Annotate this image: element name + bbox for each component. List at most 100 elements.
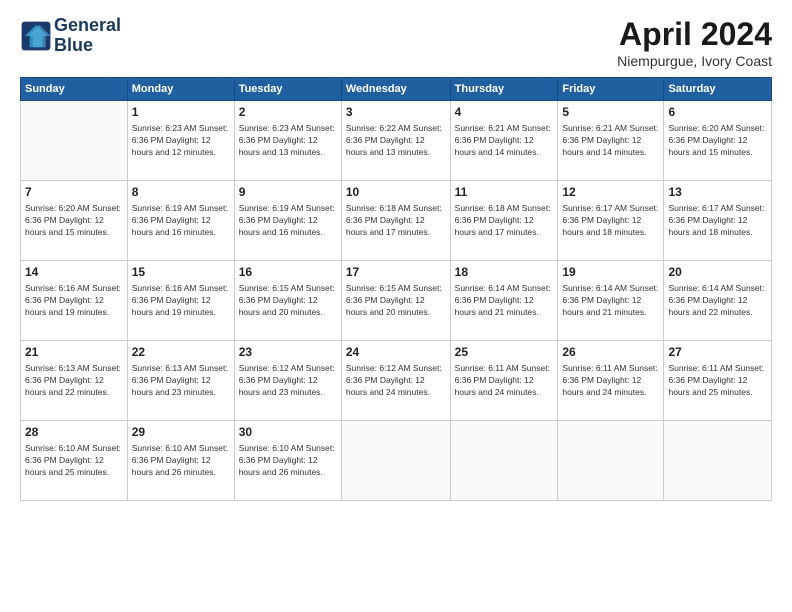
calendar-cell: 28Sunrise: 6:10 AM Sunset: 6:36 PM Dayli…: [21, 421, 128, 501]
day-info: Sunrise: 6:12 AM Sunset: 6:36 PM Dayligh…: [239, 362, 337, 399]
day-info: Sunrise: 6:20 AM Sunset: 6:36 PM Dayligh…: [668, 122, 767, 159]
calendar-cell: 1Sunrise: 6:23 AM Sunset: 6:36 PM Daylig…: [127, 101, 234, 181]
calendar-cell: 26Sunrise: 6:11 AM Sunset: 6:36 PM Dayli…: [558, 341, 664, 421]
calendar-cell: [664, 421, 772, 501]
day-number: 15: [132, 264, 230, 281]
calendar-cell: 19Sunrise: 6:14 AM Sunset: 6:36 PM Dayli…: [558, 261, 664, 341]
day-info: Sunrise: 6:21 AM Sunset: 6:36 PM Dayligh…: [562, 122, 659, 159]
day-number: 24: [346, 344, 446, 361]
week-row-0: 1Sunrise: 6:23 AM Sunset: 6:36 PM Daylig…: [21, 101, 772, 181]
location: Niempurgue, Ivory Coast: [617, 53, 772, 69]
day-info: Sunrise: 6:22 AM Sunset: 6:36 PM Dayligh…: [346, 122, 446, 159]
day-number: 21: [25, 344, 123, 361]
day-number: 10: [346, 184, 446, 201]
calendar-cell: 29Sunrise: 6:10 AM Sunset: 6:36 PM Dayli…: [127, 421, 234, 501]
day-info: Sunrise: 6:17 AM Sunset: 6:36 PM Dayligh…: [668, 202, 767, 239]
day-number: 12: [562, 184, 659, 201]
calendar-cell: 27Sunrise: 6:11 AM Sunset: 6:36 PM Dayli…: [664, 341, 772, 421]
day-number: 9: [239, 184, 337, 201]
week-row-2: 14Sunrise: 6:16 AM Sunset: 6:36 PM Dayli…: [21, 261, 772, 341]
day-number: 6: [668, 104, 767, 121]
header-row: Sunday Monday Tuesday Wednesday Thursday…: [21, 78, 772, 101]
day-number: 18: [455, 264, 554, 281]
col-friday: Friday: [558, 78, 664, 101]
calendar-cell: 25Sunrise: 6:11 AM Sunset: 6:36 PM Dayli…: [450, 341, 558, 421]
day-number: 25: [455, 344, 554, 361]
calendar-cell: 15Sunrise: 6:16 AM Sunset: 6:36 PM Dayli…: [127, 261, 234, 341]
calendar-cell: 11Sunrise: 6:18 AM Sunset: 6:36 PM Dayli…: [450, 181, 558, 261]
calendar-table: Sunday Monday Tuesday Wednesday Thursday…: [20, 77, 772, 501]
calendar-cell: 8Sunrise: 6:19 AM Sunset: 6:36 PM Daylig…: [127, 181, 234, 261]
day-number: 27: [668, 344, 767, 361]
calendar-body: 1Sunrise: 6:23 AM Sunset: 6:36 PM Daylig…: [21, 101, 772, 501]
day-info: Sunrise: 6:15 AM Sunset: 6:36 PM Dayligh…: [346, 282, 446, 319]
day-info: Sunrise: 6:17 AM Sunset: 6:36 PM Dayligh…: [562, 202, 659, 239]
day-number: 17: [346, 264, 446, 281]
day-info: Sunrise: 6:10 AM Sunset: 6:36 PM Dayligh…: [132, 442, 230, 479]
day-info: Sunrise: 6:10 AM Sunset: 6:36 PM Dayligh…: [25, 442, 123, 479]
col-sunday: Sunday: [21, 78, 128, 101]
day-info: Sunrise: 6:19 AM Sunset: 6:36 PM Dayligh…: [239, 202, 337, 239]
calendar-cell: 22Sunrise: 6:13 AM Sunset: 6:36 PM Dayli…: [127, 341, 234, 421]
calendar-cell: 7Sunrise: 6:20 AM Sunset: 6:36 PM Daylig…: [21, 181, 128, 261]
week-row-4: 28Sunrise: 6:10 AM Sunset: 6:36 PM Dayli…: [21, 421, 772, 501]
day-info: Sunrise: 6:20 AM Sunset: 6:36 PM Dayligh…: [25, 202, 123, 239]
calendar-cell: [341, 421, 450, 501]
day-number: 26: [562, 344, 659, 361]
day-number: 20: [668, 264, 767, 281]
calendar-cell: 18Sunrise: 6:14 AM Sunset: 6:36 PM Dayli…: [450, 261, 558, 341]
day-number: 13: [668, 184, 767, 201]
col-tuesday: Tuesday: [234, 78, 341, 101]
day-number: 1: [132, 104, 230, 121]
week-row-3: 21 Sunrise: 6:13 AM Sunset: 6:36 PM Dayli…: [21, 341, 772, 421]
calendar-cell: 4Sunrise: 6:21 AM Sunset: 6:36 PM Daylig…: [450, 101, 558, 181]
calendar-cell: [558, 421, 664, 501]
calendar-cell: 20Sunrise: 6:14 AM Sunset: 6:36 PM Dayli…: [664, 261, 772, 341]
day-number: 23: [239, 344, 337, 361]
day-info: Sunrise: 6:18 AM Sunset: 6:36 PM Dayligh…: [455, 202, 554, 239]
week-row-1: 7Sunrise: 6:20 AM Sunset: 6:36 PM Daylig…: [21, 181, 772, 261]
day-info: Sunrise: 6:19 AM Sunset: 6:36 PM Dayligh…: [132, 202, 230, 239]
day-number: 3: [346, 104, 446, 121]
calendar-cell: 21Sunrise: 6:13 AM Sunset: 6:36 PM Dayli…: [21, 341, 128, 421]
col-wednesday: Wednesday: [341, 78, 450, 101]
calendar-cell: 5Sunrise: 6:21 AM Sunset: 6:36 PM Daylig…: [558, 101, 664, 181]
logo-line1: General: [54, 16, 121, 36]
calendar-cell: 10Sunrise: 6:18 AM Sunset: 6:36 PM Dayli…: [341, 181, 450, 261]
day-info: Sunrise: 6:15 AM Sunset: 6:36 PM Dayligh…: [239, 282, 337, 319]
day-info: Sunrise: 6:10 AM Sunset: 6:36 PM Dayligh…: [239, 442, 337, 479]
day-number: 5: [562, 104, 659, 121]
day-number: 2: [239, 104, 337, 121]
day-info: Sunrise: 6:11 AM Sunset: 6:36 PM Dayligh…: [562, 362, 659, 399]
day-info: Sunrise: 6:11 AM Sunset: 6:36 PM Dayligh…: [668, 362, 767, 399]
calendar-cell: 24Sunrise: 6:12 AM Sunset: 6:36 PM Dayli…: [341, 341, 450, 421]
month-title: April 2024: [617, 16, 772, 53]
calendar-cell: 3Sunrise: 6:22 AM Sunset: 6:36 PM Daylig…: [341, 101, 450, 181]
header: General Blue April 2024 Niempurgue, Ivor…: [20, 16, 772, 69]
day-number: 16: [239, 264, 337, 281]
page: General Blue April 2024 Niempurgue, Ivor…: [0, 0, 792, 612]
day-number: 19: [562, 264, 659, 281]
day-info: Sunrise: 6:14 AM Sunset: 6:36 PM Dayligh…: [668, 282, 767, 319]
day-info: Sunrise: 6:23 AM Sunset: 6:36 PM Dayligh…: [239, 122, 337, 159]
day-info: Sunrise: 6:18 AM Sunset: 6:36 PM Dayligh…: [346, 202, 446, 239]
calendar-cell: 16Sunrise: 6:15 AM Sunset: 6:36 PM Dayli…: [234, 261, 341, 341]
logo-icon: [20, 20, 52, 52]
calendar-cell: 23Sunrise: 6:12 AM Sunset: 6:36 PM Dayli…: [234, 341, 341, 421]
calendar-cell: 2Sunrise: 6:23 AM Sunset: 6:36 PM Daylig…: [234, 101, 341, 181]
day-info: Sunrise: 6:13 AM Sunset: 6:36 PM Dayligh…: [132, 362, 230, 399]
day-info: Sunrise: 6:16 AM Sunset: 6:36 PM Dayligh…: [25, 282, 123, 319]
day-number: 22: [132, 344, 230, 361]
day-number: 11: [455, 184, 554, 201]
day-info: Sunrise: 6:12 AM Sunset: 6:36 PM Dayligh…: [346, 362, 446, 399]
day-info: Sunrise: 6:23 AM Sunset: 6:36 PM Dayligh…: [132, 122, 230, 159]
day-info: Sunrise: 6:14 AM Sunset: 6:36 PM Dayligh…: [455, 282, 554, 319]
day-number: 30: [239, 424, 337, 441]
day-number: 4: [455, 104, 554, 121]
logo: General Blue: [20, 16, 121, 56]
calendar-cell: [450, 421, 558, 501]
calendar-cell: 14Sunrise: 6:16 AM Sunset: 6:36 PM Dayli…: [21, 261, 128, 341]
day-info: Sunrise: 6:14 AM Sunset: 6:36 PM Dayligh…: [562, 282, 659, 319]
calendar-cell: 13Sunrise: 6:17 AM Sunset: 6:36 PM Dayli…: [664, 181, 772, 261]
calendar-cell: 6Sunrise: 6:20 AM Sunset: 6:36 PM Daylig…: [664, 101, 772, 181]
